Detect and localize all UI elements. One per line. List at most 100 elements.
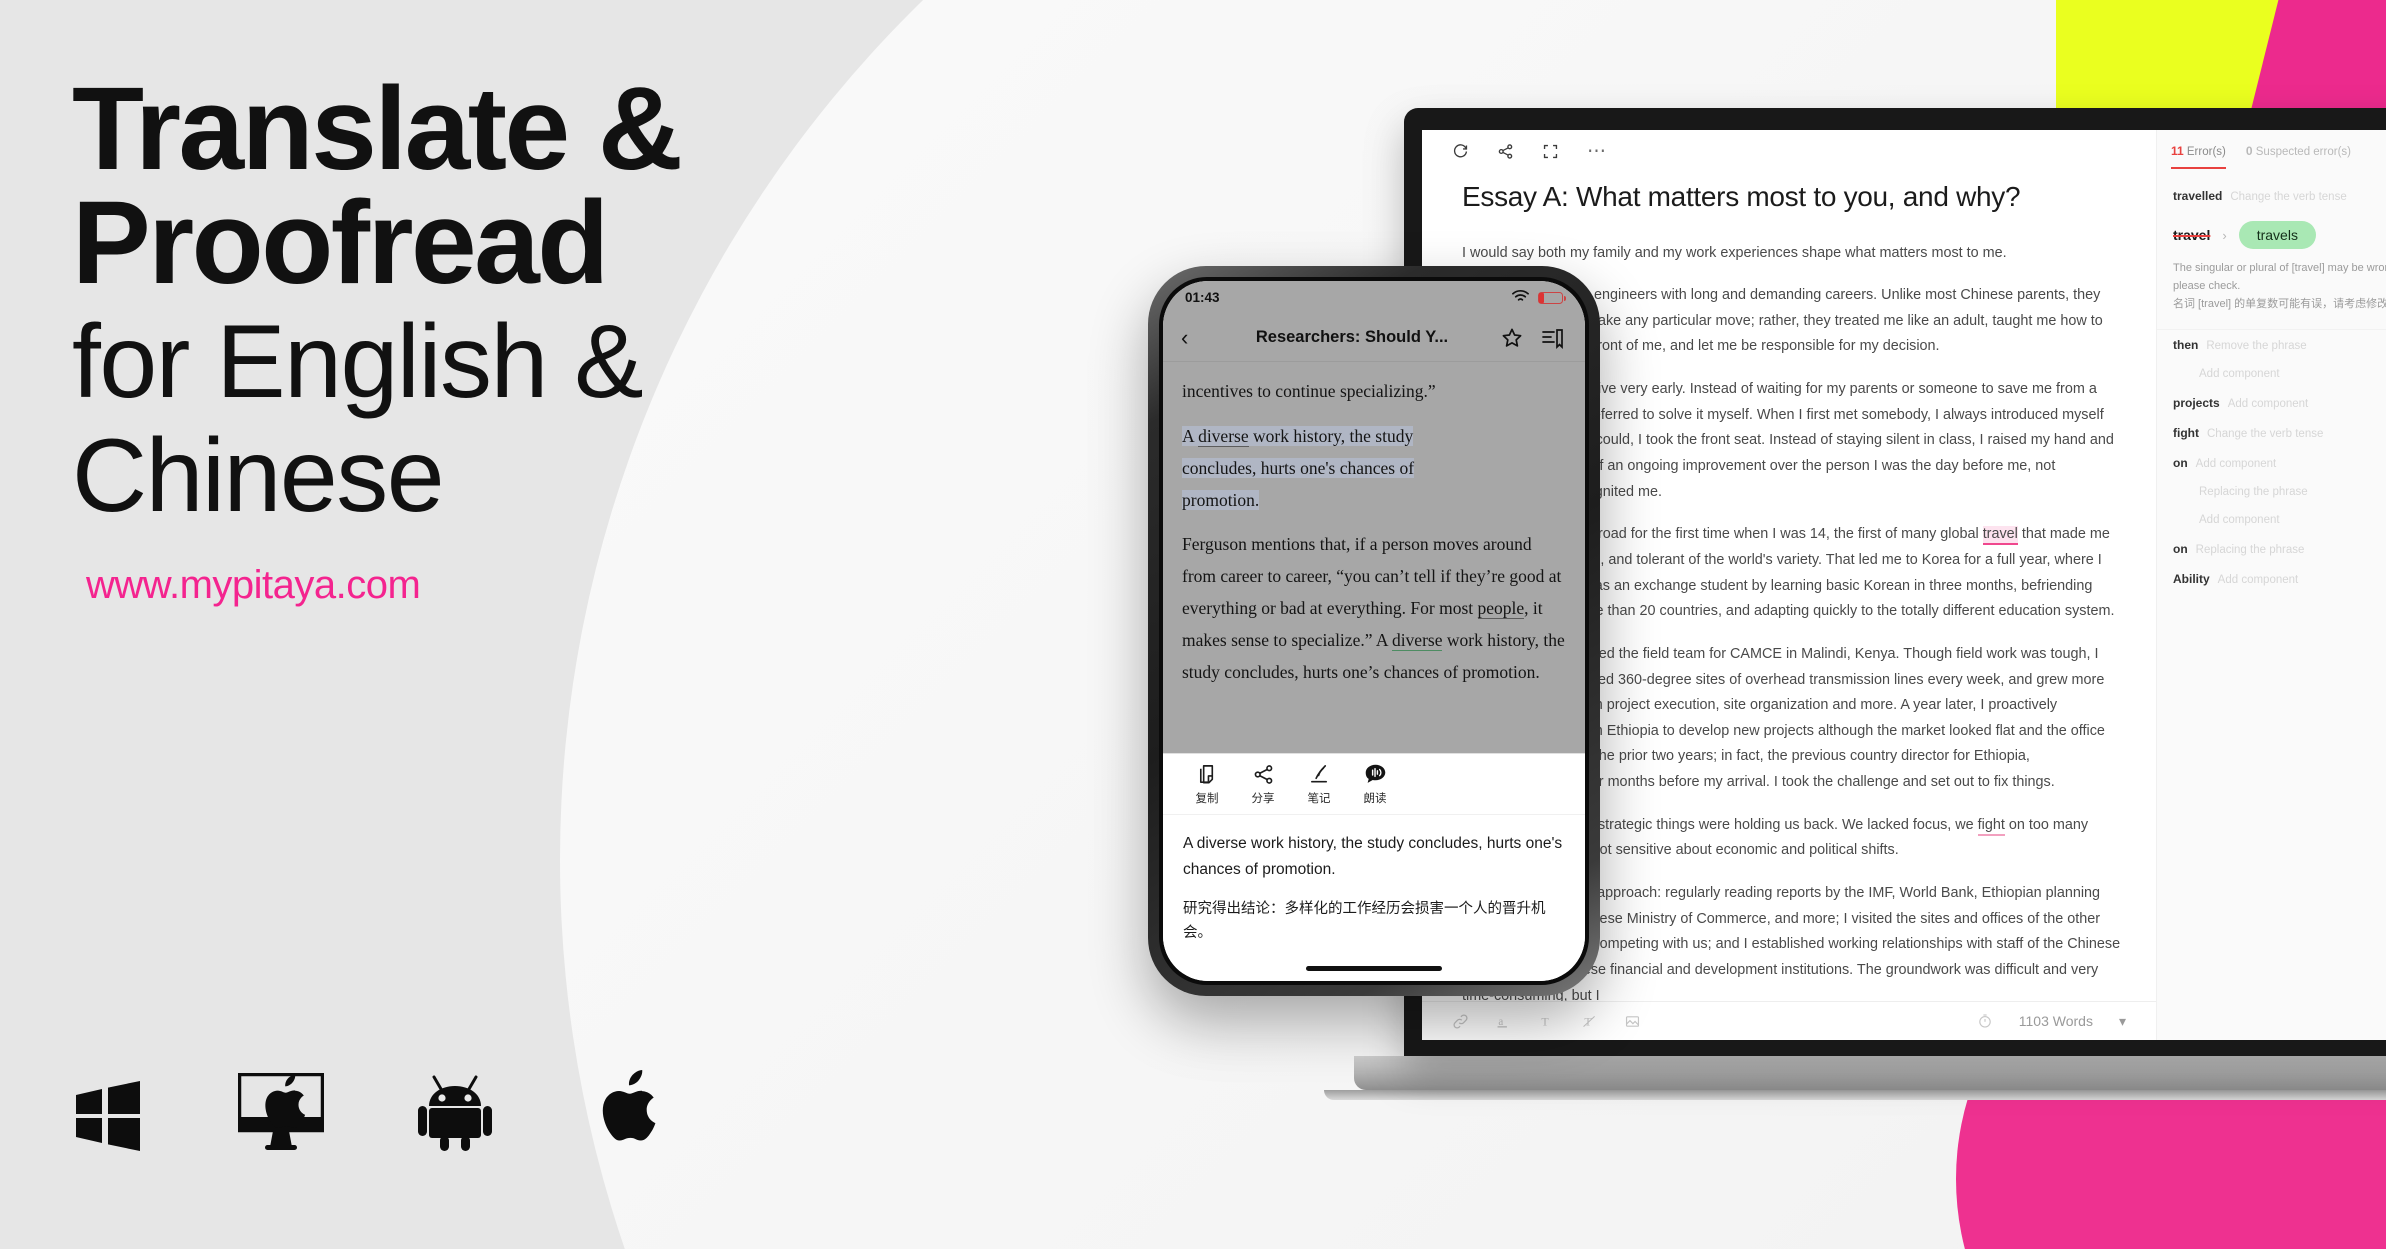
original-word: travel [2173, 227, 2211, 243]
clear-format-icon[interactable]: T [1581, 1013, 1598, 1030]
read-aloud-label: 朗读 [1363, 792, 1387, 805]
text-format-icon[interactable]: T [1538, 1013, 1555, 1030]
website-url[interactable]: www.mypitaya.com [86, 563, 972, 608]
read-aloud-icon [1364, 763, 1387, 786]
svg-text:a: a [1498, 1015, 1503, 1027]
proofreader-item[interactable]: then Remove the phrase [2157, 330, 2386, 360]
selection-action-bar: 复制 分享 笔记 朗读 [1163, 752, 1585, 814]
link-icon[interactable] [1452, 1013, 1469, 1030]
note-label: 笔记 [1307, 792, 1331, 805]
document-status-bar: a T T 1103 Words ▾ [1422, 1001, 2156, 1040]
phone-screen: 01:43 ‹ Researchers: Should Y... incenti… [1163, 281, 1585, 981]
share-icon[interactable] [1497, 143, 1514, 160]
proof-action: Change the verb tense [2230, 191, 2347, 203]
word-count-caret-icon[interactable]: ▾ [2119, 1013, 2126, 1030]
suggestion-row: travel › travels [2173, 221, 2386, 249]
hero-title-line1: Translate & [72, 63, 683, 195]
timer-icon[interactable] [1977, 1013, 1993, 1029]
proof-action: Add component [2195, 458, 2277, 471]
proof-word: projects [2173, 396, 2220, 411]
proof-action: Add component [2227, 398, 2309, 411]
hero-subtitle-line1: for English & [72, 303, 644, 420]
suspected-count-label: Suspected error(s) [2255, 146, 2351, 158]
phone-mockup: 01:43 ‹ Researchers: Should Y... incenti… [1148, 266, 1600, 996]
reader-paragraph: incentives to continue specializing.” [1182, 381, 1436, 401]
proofreader-item[interactable]: Replacing the phrase [2157, 478, 2386, 506]
platform-logos [72, 1067, 656, 1151]
proof-word: on [2173, 456, 2188, 471]
share-action[interactable]: 分享 [1237, 763, 1289, 806]
proofreader-item[interactable]: on Add component [2157, 448, 2386, 478]
error-word-fight[interactable]: fight [1977, 816, 2005, 836]
proofreader-item[interactable]: travelled Change the verb tense [2157, 181, 2386, 211]
proof-word: on [2173, 542, 2188, 557]
proofreader-item[interactable]: on Replacing the phrase [2157, 534, 2386, 564]
status-time: 01:43 [1185, 290, 1220, 305]
pink-accent-shape [2246, 0, 2386, 120]
copy-action[interactable]: 复制 [1181, 763, 1233, 806]
translation-source-text: A diverse work history, the study conclu… [1183, 834, 1563, 879]
proofreader-item[interactable]: projects Add component [2157, 388, 2386, 418]
copy-icon [1196, 763, 1219, 786]
reader-paragraph: Ferguson mentions that, if a person move… [1182, 534, 1565, 682]
tab-errors[interactable]: 11 Error(s) [2171, 144, 2226, 169]
document-paragraph: I would say both my family and my work e… [1462, 244, 2007, 261]
windows-logo [72, 1081, 144, 1151]
proofreader-item[interactable]: Add component [2157, 360, 2386, 388]
proof-action: Replacing the phrase [2199, 486, 2308, 499]
suggestion-description-cn: 名词 [travel] 的单复数可能有误，请考虑修改。 [2173, 298, 2386, 311]
error-count: 11 [2171, 144, 2184, 158]
document-title: Essay A: What matters most to you, and w… [1462, 180, 2021, 212]
proofreader-item[interactable]: fight Change the verb tense [2157, 418, 2386, 448]
article-title: Researchers: Should Y... [1255, 328, 1449, 346]
battery-low-icon [1538, 291, 1566, 304]
suggestion-description-en: The singular or plural of [travel] may b… [2173, 262, 2386, 293]
yellow-accent-shape [2056, 0, 2343, 120]
refresh-icon[interactable] [1452, 143, 1469, 160]
proof-action: Add component [2217, 574, 2299, 587]
fullscreen-icon[interactable] [1542, 143, 1559, 160]
share-icon [1252, 763, 1275, 786]
proofreader-item[interactable]: Ability Add component [2157, 564, 2386, 594]
laptop-base [1354, 1056, 2386, 1090]
share-label: 分享 [1251, 792, 1275, 805]
translation-target-text: 研究得出结论：多样化的工作经历会损害一个人的晋升机会。 [1183, 901, 1546, 941]
proofreader-pane: 11 Error(s) 0 Suspected error(s) travell… [2156, 130, 2386, 1040]
home-indicator[interactable] [1163, 955, 1585, 981]
proofreader-item[interactable]: Add component [2157, 506, 2386, 534]
image-icon[interactable] [1624, 1013, 1641, 1030]
reading-list-icon[interactable] [1537, 326, 1567, 350]
star-icon[interactable] [1497, 326, 1527, 350]
hero-headline: Translate & Proofread for English & Chin… [72, 63, 972, 608]
tab-suspected-errors[interactable]: 0 Suspected error(s) [2246, 144, 2351, 169]
suspected-count: 0 [2245, 144, 2253, 158]
proof-word: fight [2173, 426, 2199, 441]
proof-action: Remove the phrase [2206, 340, 2307, 353]
phone-bezel: 01:43 ‹ Researchers: Should Y... incenti… [1159, 277, 1589, 985]
proofreader-tabs: 11 Error(s) 0 Suspected error(s) [2157, 144, 2386, 169]
android-logo [418, 1073, 492, 1151]
proof-action: Add component [2199, 514, 2280, 527]
apple-logo [586, 1067, 656, 1151]
highlight-icon[interactable]: a [1495, 1013, 1512, 1030]
article-reader[interactable]: incentives to continue specializing.” A … [1163, 362, 1585, 753]
copy-label: 复制 [1195, 792, 1219, 805]
read-aloud-action[interactable]: 朗读 [1349, 763, 1401, 806]
suggested-word-chip[interactable]: travels [2238, 221, 2316, 249]
note-action[interactable]: 笔记 [1293, 763, 1345, 806]
reader-paragraph-selected[interactable]: A diverse work history, the study conclu… [1182, 421, 1566, 517]
hero-title-line2: Proofread [72, 177, 609, 310]
proofreader-expanded-card[interactable]: travel › travels The singular or plural … [2157, 211, 2386, 331]
proof-action: Add component [2199, 368, 2280, 381]
phone-nav-bar: ‹ Researchers: Should Y... [1163, 314, 1585, 362]
proof-action: Replacing the phrase [2195, 544, 2305, 557]
proof-word: Ability [2173, 572, 2210, 587]
note-pen-icon [1308, 763, 1331, 786]
laptop-base-lip [1324, 1090, 2386, 1100]
proofreader-list: travelled Change the verb tense travel ›… [2157, 177, 2386, 594]
corner-accent-top-right [2056, 0, 2386, 120]
promo-banner: Translate & Proofread for English & Chin… [0, 0, 2386, 1249]
error-word-travel[interactable]: travel [1982, 526, 2018, 546]
more-options-icon[interactable]: ⋯ [1587, 142, 1608, 161]
back-icon[interactable]: ‹ [1181, 326, 1207, 349]
